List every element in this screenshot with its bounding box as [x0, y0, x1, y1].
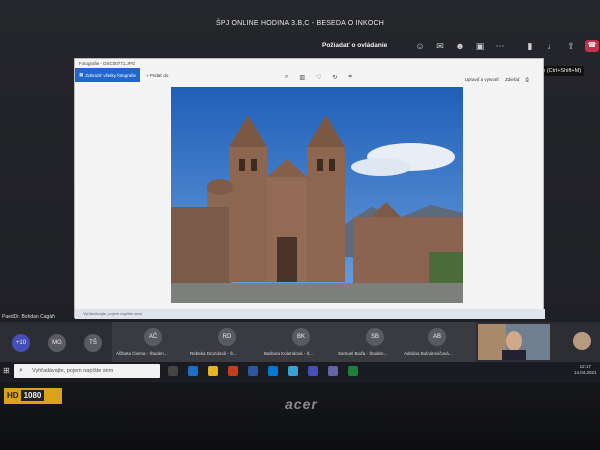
participant-name: Barbora Kolendová - Š...	[264, 351, 314, 356]
clock-date: 14.04.2021	[574, 370, 597, 375]
participant-video	[478, 324, 550, 360]
outlook-icon[interactable]	[268, 366, 278, 376]
participant-avatar: BK	[292, 328, 310, 346]
photo-right-tools: Upraviť a vytvoriť Zdieľať ⎙	[465, 77, 529, 82]
powerpoint-icon[interactable]	[228, 366, 238, 376]
church-photo-image	[171, 87, 463, 303]
camera-off-icon[interactable]: ▮	[524, 40, 536, 52]
photos-icon[interactable]	[288, 366, 298, 376]
crop-icon[interactable]: ⌗	[348, 74, 351, 81]
edit-create-button[interactable]: Upraviť a vytvoriť	[465, 77, 499, 82]
windows-start-icon[interactable]: ⊞	[3, 366, 10, 375]
word-icon[interactable]	[248, 366, 258, 376]
taskbar-search-input[interactable]: ⌕ Vyhľadávajte, pojem napíšte sem	[14, 364, 160, 378]
participant-tile[interactable]: AB Adriána Bolcárovičová...	[400, 322, 476, 362]
more-participants-badge[interactable]: +10	[12, 334, 30, 352]
photo-tools: ⌕ ▥ ♡ ↻ ⌗	[285, 74, 352, 81]
participant-name: Rebeka Drozdová - Š...	[190, 351, 237, 356]
photos-titlebar: Fotografie - DSC00771.JPG	[79, 61, 136, 66]
rooms-icon[interactable]: ▣	[474, 40, 486, 52]
teams-meeting-icon[interactable]	[328, 366, 338, 376]
add-to-label: Pridať do	[149, 72, 169, 78]
add-to-button[interactable]: + Pridať do	[146, 73, 168, 78]
shared-photos-window: Fotografie - DSC00771.JPG ▦ Zobraziť vše…	[74, 58, 545, 319]
laptop-bezel: HD 1080 acer	[0, 382, 600, 450]
participant-avatar: AČ	[144, 328, 162, 346]
see-all-label: Zobraziť všetky fotografie	[85, 72, 136, 78]
meeting-title: ŠPJ ONLINE HODINA 3.B,C - BESEDA O INKOC…	[215, 20, 385, 27]
participant-name: Adriána Bolcárovičová...	[404, 351, 453, 356]
windows-taskbar: ⊞ ⌕ Vyhľadávajte, pojem napíšte sem 12:1…	[0, 362, 600, 380]
church-photo	[171, 87, 463, 303]
grid-icon: ▦	[79, 72, 84, 77]
see-all-photos-button[interactable]: ▦ Zobraziť všetky fotografie	[75, 68, 140, 82]
participants-icon[interactable]: ☺	[414, 40, 426, 52]
participant-video-tile[interactable]	[478, 324, 550, 360]
excel-icon[interactable]	[348, 366, 358, 376]
self-avatar[interactable]	[573, 332, 591, 350]
delete-icon[interactable]: ▥	[299, 74, 305, 81]
search-icon: ⌕	[19, 367, 23, 374]
remote-taskbar-search: Vyhľadávajte, pojem napíšte sem	[75, 309, 545, 319]
participant-avatar[interactable]: TŠ	[84, 334, 102, 352]
task-view-icon[interactable]	[168, 366, 178, 376]
sticker-text: 1080	[20, 390, 45, 401]
search-placeholder: Vyhľadávajte, pojem napíšte sem	[32, 368, 114, 374]
microphone-muted-icon[interactable]: ♩	[546, 40, 558, 52]
teams-icon[interactable]	[308, 366, 318, 376]
print-icon[interactable]: ⎙	[525, 77, 529, 82]
participant-strip: +10 MG TŠ AČ Alžbeta Čierna - Študen... …	[0, 322, 600, 362]
chat-icon[interactable]: ✉	[434, 40, 446, 52]
edge-icon[interactable]	[188, 366, 198, 376]
participant-avatar: AB	[428, 328, 446, 346]
reactions-icon[interactable]: ☻	[454, 40, 466, 52]
share-screen-icon[interactable]: ⇪	[565, 40, 577, 52]
brand-logo: acer	[285, 396, 318, 412]
laptop-screen: ŠPJ ONLINE HODINA 3.B,C - BESEDA O INKOC…	[0, 0, 600, 382]
zoom-icon[interactable]: ⌕	[285, 74, 288, 81]
participant-avatar: SB	[366, 328, 384, 346]
more-options-icon[interactable]: ⋯	[494, 40, 506, 52]
share-button[interactable]: Zdieľať	[505, 77, 519, 82]
rotate-icon[interactable]: ↻	[332, 74, 337, 81]
presenter-name: PaedDr. Bohdan Cagáň	[2, 314, 55, 320]
participant-name: Samuel Boďa - Študen...	[338, 351, 388, 356]
hd-sticker: HD 1080	[4, 388, 62, 404]
participant-avatar: RD	[218, 328, 236, 346]
teams-meeting-toolbar: Požiadať o ovládanie ☺ ✉ ☻ ▣ ⋯ ▮ ♩ ⇪ ☎	[0, 38, 600, 56]
participant-name: Alžbeta Čierna - Študen...	[116, 351, 168, 356]
leave-call-button[interactable]: ☎	[585, 40, 599, 52]
taskbar-clock[interactable]: 12:17 14.04.2021	[574, 364, 597, 376]
file-explorer-icon[interactable]	[208, 366, 218, 376]
request-control-button[interactable]: Požiadať o ovládanie	[322, 42, 387, 49]
participant-avatar[interactable]: MG	[48, 334, 66, 352]
favorite-icon[interactable]: ♡	[316, 74, 321, 81]
